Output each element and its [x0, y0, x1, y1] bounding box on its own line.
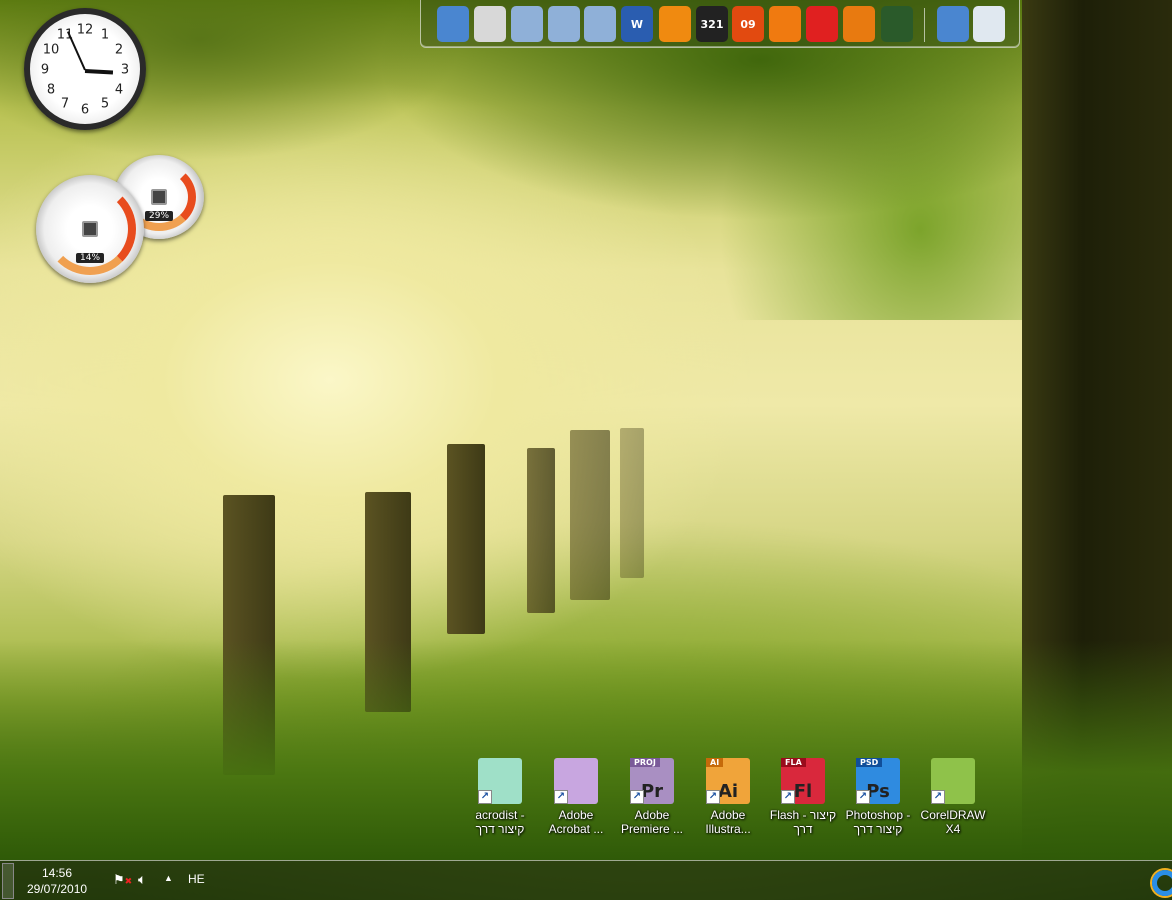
- clock-gadget[interactable]: 12 1 2 3 4 5 6 7 8 9 10 11: [24, 8, 146, 130]
- show-desktop-button[interactable]: [2, 863, 14, 899]
- shortcut-app-icon: FLA Fl ↗: [781, 758, 825, 804]
- cpu-gauge[interactable]: 14%: [36, 175, 144, 283]
- clapperboard-icon[interactable]: 321: [696, 6, 728, 42]
- clock-numeral: 3: [120, 62, 130, 78]
- shortcut-app-icon: AI Ai ↗: [706, 758, 750, 804]
- shortcut-label: Adobe Acrobat ...: [548, 808, 604, 836]
- shortcut-label: CorelDRAW X4: [920, 808, 986, 836]
- clock-numeral: 5: [100, 96, 110, 112]
- show-hidden-icons-icon[interactable]: ▲: [164, 873, 173, 883]
- globe-computer-icon[interactable]: [437, 6, 469, 42]
- computer-icon[interactable]: [474, 6, 506, 42]
- shortcut-arrow-icon: ↗: [478, 790, 492, 804]
- shortcut-arrow-icon: ↗: [630, 790, 644, 804]
- taskbar-date[interactable]: 29/07/2010: [27, 882, 87, 896]
- pictures-folder-icon[interactable]: [584, 6, 616, 42]
- app-glyph: Fl: [793, 781, 813, 802]
- memory-chip-icon: [151, 189, 167, 205]
- word-icon[interactable]: W: [621, 6, 653, 42]
- shortcut-app-icon: ↗: [931, 758, 975, 804]
- folder-icon[interactable]: [511, 6, 543, 42]
- wallpaper-fence-post: [570, 430, 610, 600]
- shortcut-app-icon: PSD Ps ↗: [856, 758, 900, 804]
- file-type-tag: PSD: [856, 758, 883, 767]
- clock-hour-hand: [84, 69, 114, 75]
- app-glyph: Pr: [640, 781, 664, 802]
- memory-percent: 29%: [144, 211, 174, 221]
- shortcut-arrow-icon: ↗: [554, 790, 568, 804]
- vlc-cone-icon[interactable]: [659, 6, 691, 42]
- file-type-tag: FLA: [781, 758, 806, 767]
- earth-icon[interactable]: [881, 6, 913, 42]
- shortcut-arrow-icon: ↗: [931, 790, 945, 804]
- file-type-tag: PROJ: [630, 758, 660, 767]
- action-center-flag-icon[interactable]: ⚑✖: [113, 872, 132, 888]
- clock-numeral: 4: [114, 82, 124, 98]
- dock-separator: [924, 8, 925, 42]
- shortcut-arrow-icon: ↗: [781, 790, 795, 804]
- clock-numeral: 9: [40, 62, 50, 78]
- clock-numeral: 1: [100, 27, 110, 43]
- envelope-icon[interactable]: [769, 6, 801, 42]
- desktop-shortcut[interactable]: ↗ CorelDRAW X4: [916, 758, 990, 836]
- shortcut-label: Adobe Illustra...: [705, 808, 751, 836]
- shortcut-label: Photoshop - קיצור דרך: [845, 808, 911, 836]
- clock-numeral: 12: [76, 22, 94, 38]
- language-indicator[interactable]: HE: [188, 872, 205, 886]
- file-type-tag: AI: [706, 758, 724, 767]
- globe-icon[interactable]: [937, 6, 969, 42]
- recycle-bin-icon[interactable]: [973, 6, 1005, 42]
- internet-explorer-icon[interactable]: [1152, 870, 1172, 896]
- clock-numeral: 6: [80, 102, 90, 118]
- wallpaper-fence-post: [447, 444, 485, 634]
- dock-toolbar: W 321 09: [420, 0, 1020, 48]
- wallpaper-fence-post: [527, 448, 555, 613]
- up-down-arrow-icon[interactable]: [806, 6, 838, 42]
- cpu-percent: 14%: [75, 253, 105, 263]
- shortcut-label: Adobe Premiere ...: [620, 808, 683, 836]
- clock-numeral: 10: [42, 42, 60, 58]
- clock-numeral: 7: [60, 96, 70, 112]
- app-glyph: Ai: [717, 781, 739, 802]
- wallpaper-fence-post: [620, 428, 644, 578]
- shortcut-label: acrodist - קיצור דרך: [475, 808, 525, 836]
- desktop-shortcut[interactable]: FLA Fl ↗ Flash - קיצור דרך: [766, 758, 840, 836]
- music-folder-icon[interactable]: [548, 6, 580, 42]
- shortcut-app-icon: ↗: [554, 758, 598, 804]
- desktop-shortcut[interactable]: ↗ Adobe Acrobat ...: [539, 758, 613, 836]
- taskbar: 14:56 29/07/2010 ⚑✖ 🔈︎ ▲ HE: [0, 860, 1172, 900]
- shortcut-app-icon: PROJ Pr ↗: [630, 758, 674, 804]
- shortcut-app-icon: ↗: [478, 758, 522, 804]
- taskbar-time[interactable]: 14:56: [42, 866, 72, 880]
- desktop-shortcut[interactable]: AI Ai ↗ Adobe Illustra...: [691, 758, 765, 836]
- nero-icon[interactable]: 09: [732, 6, 764, 42]
- volume-icon[interactable]: 🔈︎: [138, 871, 146, 888]
- desktop-shortcut[interactable]: PROJ Pr ↗ Adobe Premiere ...: [615, 758, 689, 836]
- firefox-icon[interactable]: [843, 6, 875, 42]
- shortcut-arrow-icon: ↗: [856, 790, 870, 804]
- clock-numeral: 2: [114, 42, 124, 58]
- desktop-shortcut[interactable]: ↗ acrodist - קיצור דרך: [463, 758, 537, 836]
- clock-numeral: 8: [46, 82, 56, 98]
- cpu-chip-icon: [82, 221, 98, 237]
- desktop-shortcut[interactable]: PSD Ps ↗ Photoshop - קיצור דרך: [841, 758, 915, 836]
- shortcut-label: Flash - קיצור דרך: [769, 808, 837, 836]
- shortcut-arrow-icon: ↗: [706, 790, 720, 804]
